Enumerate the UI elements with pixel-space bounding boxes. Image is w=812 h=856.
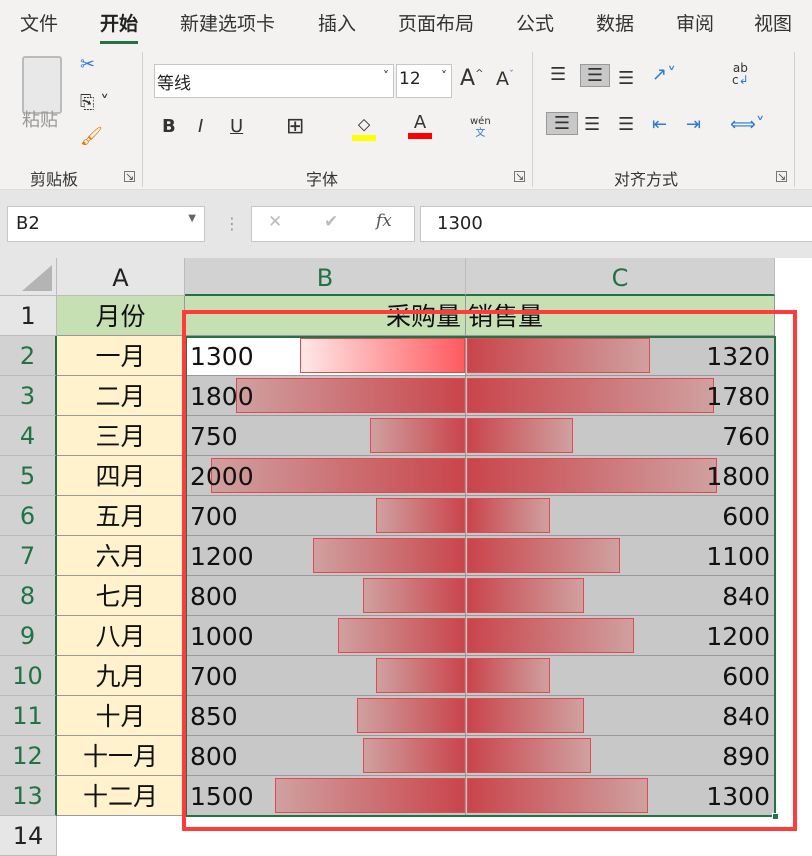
dialog-launcher-icon[interactable]: ↘ bbox=[776, 171, 787, 182]
orientation-icon[interactable]: ↗˅ bbox=[652, 64, 676, 85]
month-cell[interactable]: 二月 bbox=[57, 376, 185, 416]
row-header[interactable]: 9 bbox=[0, 616, 57, 656]
grow-font-button[interactable]: A^ bbox=[460, 66, 483, 91]
font-color-button[interactable]: A bbox=[408, 112, 432, 139]
row-header[interactable]: 1 bbox=[0, 296, 57, 336]
formula-bar: B2 ▼ ⋮ ✕ ✔ fx 1300 bbox=[0, 190, 812, 258]
tab-3[interactable]: 插入 bbox=[318, 9, 356, 36]
borders-icon[interactable]: ⊞ bbox=[286, 114, 304, 139]
row-header[interactable]: 12 bbox=[0, 736, 57, 776]
header-month[interactable]: 月份 bbox=[57, 296, 185, 336]
tab-8[interactable]: 视图 bbox=[754, 9, 792, 36]
enter-icon[interactable]: ✔ bbox=[324, 212, 338, 232]
month-cell[interactable]: 四月 bbox=[57, 456, 185, 496]
month-cell[interactable]: 三月 bbox=[57, 416, 185, 456]
clipboard-group-label: 剪贴板 bbox=[30, 170, 79, 189]
underline-button[interactable]: U bbox=[230, 116, 243, 137]
align-center-icon[interactable]: ☰ bbox=[584, 114, 600, 135]
italic-button[interactable]: I bbox=[198, 116, 203, 137]
formula-buttons: ✕ ✔ fx bbox=[251, 206, 415, 242]
tab-5[interactable]: 公式 bbox=[516, 9, 554, 36]
row-header[interactable]: 6 bbox=[0, 496, 57, 536]
row-header[interactable]: 5 bbox=[0, 456, 57, 496]
copy-icon[interactable]: ⎘ ˅ bbox=[80, 92, 109, 113]
month-cell[interactable]: 七月 bbox=[57, 576, 185, 616]
tab-0[interactable]: 文件 bbox=[20, 9, 58, 36]
align-left-icon[interactable]: ☰ bbox=[546, 112, 578, 135]
tab-2[interactable]: 新建选项卡 bbox=[180, 9, 275, 36]
month-cell[interactable]: 十月 bbox=[57, 696, 185, 736]
align-bottom-icon[interactable]: ☰ bbox=[618, 68, 634, 89]
font-group-label: 字体 bbox=[306, 170, 339, 189]
insert-function-button[interactable]: fx bbox=[376, 211, 392, 231]
dialog-launcher-icon[interactable]: ↘ bbox=[124, 171, 135, 182]
formula-input[interactable]: 1300 bbox=[420, 206, 812, 242]
tab-6[interactable]: 数据 bbox=[596, 9, 634, 36]
wrap-text-icon[interactable]: ab c↲ bbox=[732, 62, 749, 86]
font-name-select[interactable]: 等线 ˅ bbox=[154, 64, 394, 98]
row-header[interactable]: 13 bbox=[0, 776, 57, 816]
month-cell[interactable]: 一月 bbox=[57, 336, 185, 376]
ribbon-tabs: 文件 开始 新建选项卡 插入 页面布局 公式 数据 审阅 视图 bbox=[0, 0, 812, 46]
column-header-A[interactable]: A bbox=[57, 258, 185, 296]
ribbon: 粘贴 ✂ ⎘ ˅ 🖌 剪贴板 ↘ 等线 ˅ 12 ˅ A^ Aˇ B I U ⊞ ⬦… bbox=[0, 44, 812, 190]
name-box[interactable]: B2 ▼ bbox=[7, 206, 205, 242]
dialog-launcher-icon[interactable]: ↘ bbox=[514, 171, 525, 182]
align-middle-icon[interactable]: ☰ bbox=[580, 64, 610, 87]
decrease-indent-icon[interactable]: ⇤ bbox=[652, 114, 667, 135]
alignment-group-label: 对齐方式 bbox=[614, 170, 679, 189]
shrink-font-button[interactable]: Aˇ bbox=[496, 68, 514, 90]
paste-button[interactable]: 粘贴 bbox=[22, 106, 58, 132]
row-header[interactable]: 11 bbox=[0, 696, 57, 736]
month-cell[interactable]: 六月 bbox=[57, 536, 185, 576]
month-cell[interactable]: 五月 bbox=[57, 496, 185, 536]
month-cell[interactable]: 八月 bbox=[57, 616, 185, 656]
select-all-icon bbox=[22, 265, 52, 291]
align-right-icon[interactable]: ☰ bbox=[618, 114, 634, 135]
tab-7[interactable]: 审阅 bbox=[676, 9, 714, 36]
month-cell[interactable]: 九月 bbox=[57, 656, 185, 696]
align-top-icon[interactable]: ☰ bbox=[550, 64, 566, 85]
row-header[interactable]: 10 bbox=[0, 656, 57, 696]
fill-color-icon[interactable]: ⬦ bbox=[352, 114, 376, 141]
row-header[interactable]: 2 bbox=[0, 336, 57, 376]
merge-center-icon[interactable]: ⟺˅ bbox=[730, 114, 765, 135]
splitter-handle[interactable]: ⋮ bbox=[224, 214, 240, 233]
row-header[interactable]: 4 bbox=[0, 416, 57, 456]
cut-icon[interactable]: ✂ bbox=[80, 54, 95, 75]
row-header[interactable]: 3 bbox=[0, 376, 57, 416]
row-header[interactable]: 14 bbox=[0, 816, 57, 856]
phonetic-icon[interactable]: wén 文 bbox=[470, 116, 491, 140]
month-cell[interactable]: 十二月 bbox=[57, 776, 185, 816]
column-header-C[interactable]: C bbox=[466, 258, 775, 296]
bold-button[interactable]: B bbox=[162, 116, 176, 137]
row-header[interactable]: 8 bbox=[0, 576, 57, 616]
increase-indent-icon[interactable]: ⇥ bbox=[686, 114, 701, 135]
column-header-B[interactable]: B bbox=[185, 258, 466, 296]
month-cell[interactable]: 十一月 bbox=[57, 736, 185, 776]
format-painter-icon[interactable]: 🖌 bbox=[80, 126, 103, 147]
tab-4[interactable]: 页面布局 bbox=[398, 9, 474, 36]
font-size-select[interactable]: 12 ˅ bbox=[396, 64, 452, 98]
cancel-icon[interactable]: ✕ bbox=[268, 212, 282, 232]
row-header[interactable]: 7 bbox=[0, 536, 57, 576]
tab-1[interactable]: 开始 bbox=[100, 9, 139, 46]
highlight-rectangle bbox=[182, 310, 797, 831]
